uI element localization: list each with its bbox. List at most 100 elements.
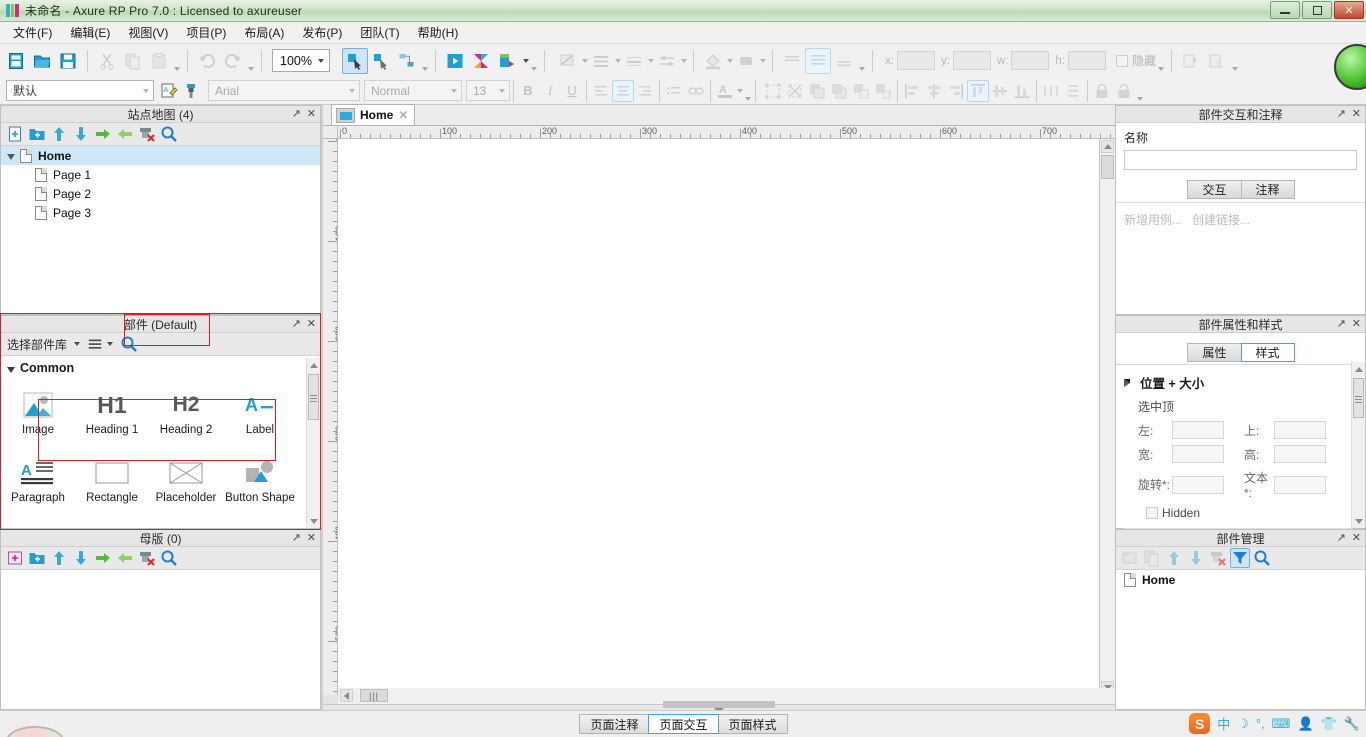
canvas-tab-home[interactable]: Home ✕: [331, 104, 416, 125]
top-field[interactable]: [1274, 421, 1326, 439]
widget-manager-close-icon[interactable]: ✕: [1352, 531, 1361, 544]
search-icon[interactable]: [1252, 548, 1272, 568]
indent-icon[interactable]: [93, 548, 113, 568]
align-center-button[interactable]: [612, 79, 634, 102]
copy-button[interactable]: [120, 48, 146, 74]
generate-html-button[interactable]: [468, 48, 494, 74]
height-field[interactable]: [1274, 445, 1326, 463]
align-bottom-objects-button[interactable]: [1011, 80, 1033, 102]
widget-rectangle[interactable]: Rectangle: [75, 450, 149, 518]
menu-layout[interactable]: 布局(A): [235, 23, 293, 43]
tab-interactions[interactable]: 交互: [1187, 179, 1242, 199]
menu-team[interactable]: 团队(T): [351, 23, 408, 43]
shape-color-button[interactable]: [733, 48, 759, 74]
save-button[interactable]: [55, 48, 81, 74]
scrollbar-thumb[interactable]: [1353, 378, 1364, 418]
text-rotate-field[interactable]: [1274, 475, 1326, 494]
masters-restore-icon[interactable]: ↗: [292, 531, 301, 544]
ime-keyboard-icon[interactable]: ⌨: [1272, 716, 1291, 732]
sitemap-item-home[interactable]: Home: [1, 146, 320, 165]
align-left-button[interactable]: [590, 80, 612, 102]
underline-button[interactable]: U: [561, 80, 583, 102]
align-middle-button[interactable]: [805, 47, 831, 74]
menu-file[interactable]: 文件(F): [4, 23, 61, 43]
clipboard-group-expand[interactable]: [172, 51, 181, 71]
menu-edit[interactable]: 编辑(E): [61, 23, 119, 43]
widget-placeholder[interactable]: Placeholder: [149, 450, 223, 518]
menu-view[interactable]: 视图(V): [119, 23, 177, 43]
send-backward-button[interactable]: [872, 80, 894, 102]
close-icon[interactable]: ✕: [398, 108, 408, 122]
widget-library-select-label[interactable]: 选择部件库: [7, 336, 67, 353]
expand-triangle-icon[interactable]: [7, 154, 15, 160]
bring-to-front-button[interactable]: [806, 80, 828, 102]
bullet-list-button[interactable]: [663, 80, 685, 102]
ime-moon-icon[interactable]: ☽: [1237, 716, 1249, 732]
move-down-icon[interactable]: [1186, 548, 1206, 568]
move-up-icon[interactable]: [49, 548, 69, 568]
tab-style[interactable]: 样式: [1240, 342, 1295, 362]
interactions-close-icon[interactable]: ✕: [1352, 107, 1361, 120]
bold-button[interactable]: B: [517, 80, 539, 102]
minimize-button[interactable]: [1270, 1, 1300, 19]
align-center-objects-button[interactable]: [923, 80, 945, 102]
move-up-icon[interactable]: [1164, 548, 1184, 568]
align-top-objects-button[interactable]: [967, 79, 989, 102]
bring-forward-button[interactable]: [850, 80, 872, 102]
align-left-objects-button[interactable]: [901, 80, 923, 102]
maximize-button[interactable]: [1302, 1, 1332, 19]
create-link-link[interactable]: 创建链接...: [1192, 211, 1250, 228]
redo-button[interactable]: [220, 48, 246, 74]
duplicate-button[interactable]: [1178, 48, 1204, 74]
search-icon[interactable]: [159, 124, 179, 144]
ime-chinese-mode-icon[interactable]: 中: [1217, 714, 1230, 733]
tab-page-notes[interactable]: 页面注释: [579, 714, 650, 734]
history-group-expand[interactable]: [246, 51, 255, 71]
ime-settings-icon[interactable]: 🔧: [1344, 716, 1360, 732]
link-button[interactable]: [685, 80, 707, 102]
search-icon[interactable]: [159, 548, 179, 568]
text-group-expand[interactable]: [743, 81, 752, 101]
widget-name-input[interactable]: [1124, 150, 1357, 170]
undo-button[interactable]: [194, 48, 220, 74]
design-canvas[interactable]: [338, 139, 1100, 695]
format-painter-button[interactable]: [180, 80, 202, 102]
y-field[interactable]: [952, 51, 991, 70]
group-icon[interactable]: [1120, 548, 1140, 568]
move-down-icon[interactable]: [71, 548, 91, 568]
canvas-vertical-scrollbar[interactable]: [1100, 139, 1115, 695]
cut-button[interactable]: [94, 48, 120, 74]
widget-group-header[interactable]: Common: [1, 358, 320, 378]
new-file-button[interactable]: [3, 48, 29, 74]
direct-select-tool-button[interactable]: [368, 48, 394, 74]
open-file-button[interactable]: [29, 48, 55, 74]
delete-page-icon[interactable]: [137, 124, 157, 144]
widgets-close-icon[interactable]: ✕: [307, 317, 316, 330]
unlock-button[interactable]: [1113, 80, 1135, 102]
lock-button[interactable]: [1091, 80, 1113, 102]
tab-properties[interactable]: 属性: [1187, 342, 1242, 362]
arrange-group-expand[interactable]: [1135, 81, 1144, 101]
coordinates-group-expand[interactable]: [1156, 51, 1165, 71]
scroll-left-icon[interactable]: [340, 689, 353, 702]
move-down-icon[interactable]: [71, 124, 91, 144]
scroll-down-icon[interactable]: [1352, 514, 1365, 528]
widget-manager-restore-icon[interactable]: ↗: [1337, 531, 1346, 544]
outdent-icon[interactable]: [115, 548, 135, 568]
preview-button[interactable]: [442, 48, 468, 74]
border-width-button[interactable]: [621, 48, 647, 74]
chevron-down-icon[interactable]: [74, 342, 81, 346]
scroll-down-icon[interactable]: [307, 514, 320, 528]
ime-skin-icon[interactable]: 👕: [1321, 716, 1337, 732]
canvas-vscroll-thumb[interactable]: [1101, 155, 1114, 179]
tab-page-interactions[interactable]: 页面交互: [648, 714, 719, 734]
valign-group-expand[interactable]: [857, 51, 866, 71]
tab-annotations[interactable]: 注释: [1240, 179, 1295, 199]
add-folder-icon[interactable]: [27, 124, 47, 144]
widget-paragraph[interactable]: A Paragraph: [1, 450, 75, 518]
menu-project[interactable]: 项目(P): [177, 23, 235, 43]
width-field[interactable]: [1172, 445, 1224, 463]
ime-punctuation-icon[interactable]: °,: [1256, 716, 1265, 731]
widgets-restore-icon[interactable]: ↗: [292, 317, 301, 330]
align-top-button[interactable]: [779, 48, 805, 74]
